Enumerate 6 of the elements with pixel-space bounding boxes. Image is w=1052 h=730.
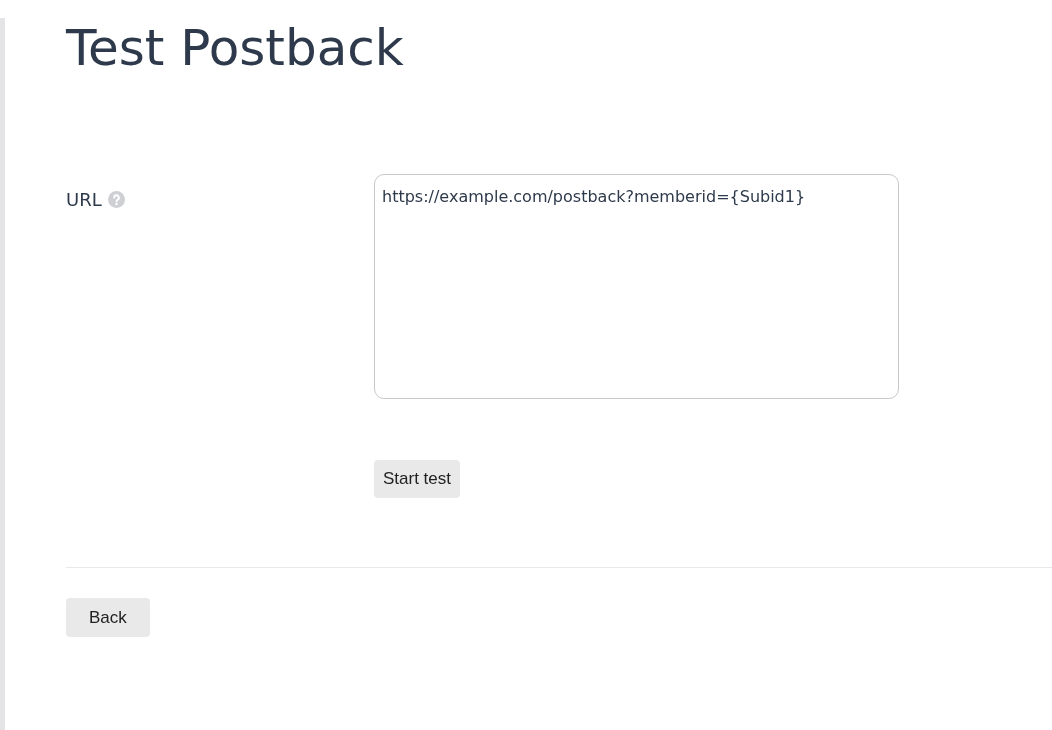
back-button[interactable]: Back xyxy=(66,597,150,637)
help-icon xyxy=(107,191,125,208)
page-title: Test Postback xyxy=(66,18,405,78)
start-test-button[interactable]: Start test xyxy=(374,460,461,498)
field-label: URL xyxy=(66,188,102,212)
url-field[interactable]: https://example.com/postback?memberid={Subid1} xyxy=(374,174,899,399)
